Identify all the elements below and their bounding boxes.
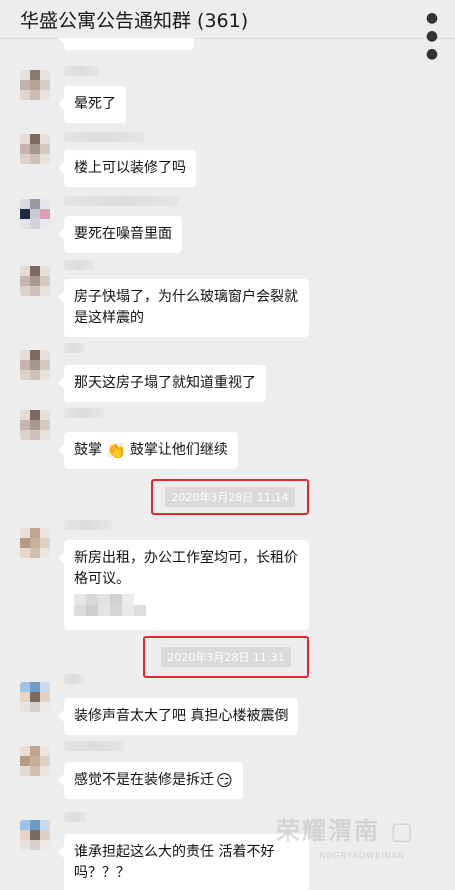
timestamp-highlight: 2020年3月28日 11:14 <box>151 479 309 515</box>
blurred-contact-info <box>74 594 299 616</box>
smirk-face-icon: 😏 <box>216 771 233 790</box>
sender-name-blurred <box>64 132 144 142</box>
message-bubble: 要死在噪音里面 <box>58 216 182 253</box>
timestamp: 2020年3月28日 11:31 <box>161 647 291 667</box>
avatar[interactable] <box>20 746 50 776</box>
watermark-subtext: ROGNYAOWEINAN <box>319 851 405 860</box>
sender-name-blurred <box>64 674 84 684</box>
avatar[interactable] <box>20 70 50 100</box>
message-text: 装修声音太大了吧 真担心楼被震倒 <box>74 708 289 724</box>
message-bubble: 晕死了 <box>58 86 126 123</box>
message-text: 新房出租，办公工作室均可，长租价格可议。 <box>74 550 298 587</box>
avatar[interactable] <box>20 134 50 164</box>
message-text: 房子快塌了，为什么玻璃窗户会裂就是这样震的 <box>74 289 298 326</box>
message-bubble: 鼓掌 👏 鼓掌让他们继续 <box>58 432 238 469</box>
sender-name-blurred <box>64 343 84 353</box>
avatar[interactable] <box>20 266 50 296</box>
message-text: 楼上可以装修了吗 <box>74 160 186 176</box>
avatar[interactable] <box>20 350 50 380</box>
sender-name-blurred <box>64 260 94 270</box>
sender-name-blurred <box>64 66 99 76</box>
avatar[interactable] <box>20 820 50 850</box>
timestamp-highlight: 2020年3月28日 11:31 <box>143 636 309 678</box>
message-bubble: 新房出租，办公工作室均可，长租价格可议。 <box>58 540 309 630</box>
sender-name-blurred <box>64 741 124 751</box>
chat-header: 华盛公寓公告通知群 (361) ● ● ● <box>0 0 455 62</box>
message-bubble: 楼上可以装修了吗 <box>58 150 196 187</box>
chat-title: 华盛公寓公告通知群 (361) <box>20 10 249 32</box>
timestamp: 2020年3月28日 11:14 <box>165 487 295 507</box>
message-text: 谁承担起这么大的责任 活着不好吗？？？ <box>74 844 275 881</box>
sender-name-blurred <box>64 812 86 822</box>
clapping-hands-icon: 👏 <box>106 441 126 460</box>
avatar[interactable] <box>20 528 50 558</box>
message-feed[interactable]: 晕死了 楼上可以装修了吗 要死在噪音里面 房子快塌了，为什么玻璃窗户会裂就是这样… <box>0 38 455 890</box>
ellipsis-icon[interactable]: ● ● ● <box>421 9 443 62</box>
avatar[interactable] <box>20 199 50 229</box>
message-text: 鼓掌 <box>74 442 102 458</box>
message-bubble: 感觉不是在装修是拆迁 😏 <box>58 762 243 799</box>
message-text: 鼓掌让他们继续 <box>129 442 228 458</box>
avatar[interactable] <box>20 410 50 440</box>
message-bubble: 那天这房子塌了就知道重视了 <box>58 365 266 402</box>
avatar[interactable] <box>20 682 50 712</box>
message-text: 晕死了 <box>74 96 116 112</box>
message-bubble: 房子快塌了，为什么玻璃窗户会裂就是这样震的 <box>58 279 309 337</box>
message-text: 那天这房子塌了就知道重视了 <box>74 375 256 391</box>
message-bubble: 谁承担起这么大的责任 活着不好吗？？？ <box>58 834 309 890</box>
watermark-logo: 荣耀渭南 ▢ <box>275 817 415 845</box>
sender-name-blurred <box>64 196 179 206</box>
message-bubble: 装修声音太大了吧 真担心楼被震倒 <box>57 698 299 735</box>
sender-name-blurred <box>64 520 112 530</box>
message-text: 感觉不是在装修是拆迁 <box>74 772 214 788</box>
message-bubble-partial <box>58 38 194 50</box>
sender-name-blurred <box>64 408 104 418</box>
message-text: 要死在噪音里面 <box>74 226 172 242</box>
